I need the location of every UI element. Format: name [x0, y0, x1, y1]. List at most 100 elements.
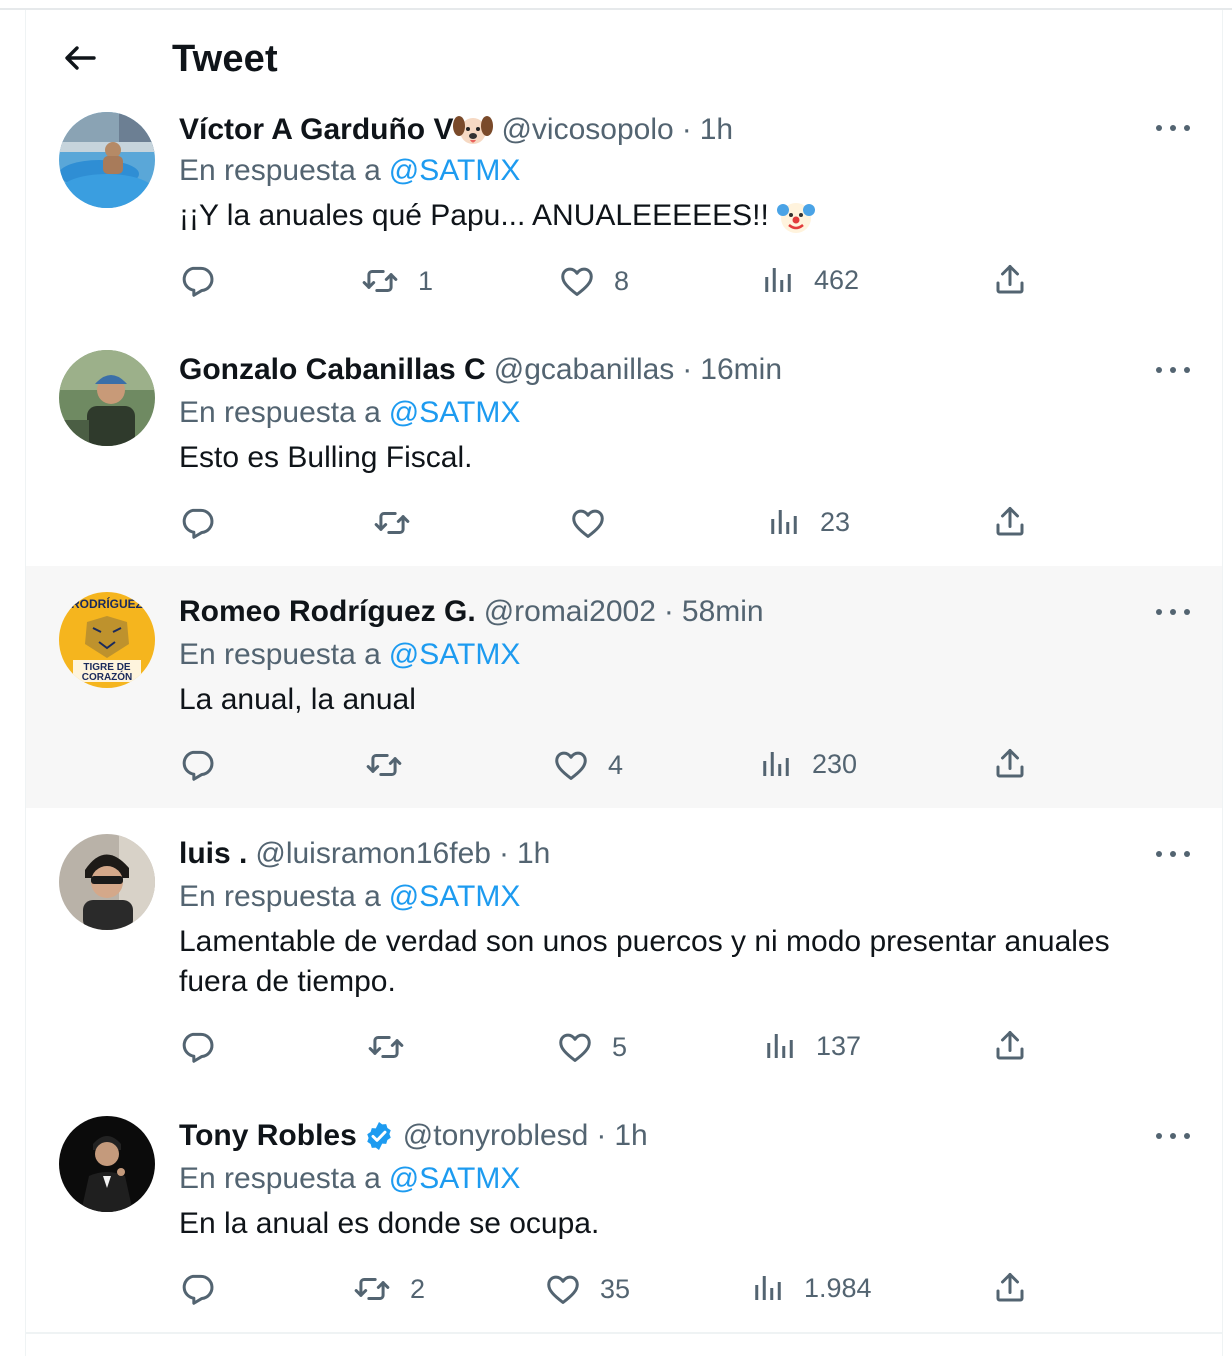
share-button[interactable] [992, 504, 1028, 540]
reply-button[interactable] [178, 1028, 216, 1066]
tweet-item[interactable]: Gonzalo Cabanillas C @gcabanillas · 16mi… [26, 324, 1222, 568]
retweet-icon [364, 746, 404, 784]
reply-context: En respuesta a @SATMX [179, 154, 520, 188]
avatar[interactable]: RODRÍGUEZ TIGRE DE CORAZÓN [59, 592, 155, 688]
more-icon-dot [1184, 367, 1190, 373]
more-icon-dot [1156, 851, 1162, 857]
reply-mention-link[interactable]: @SATMX [389, 396, 521, 429]
avatar[interactable] [59, 834, 155, 930]
like-button[interactable]: 8 [558, 262, 629, 300]
tweet-meta: Gonzalo Cabanillas C @gcabanillas · 16mi… [179, 350, 782, 390]
share-button[interactable] [992, 262, 1028, 298]
retweet-count: 1 [418, 265, 434, 296]
tweet-time[interactable]: 1h [517, 837, 550, 871]
reply-context: En respuesta a @SATMX [179, 396, 520, 430]
more-icon-dot [1184, 125, 1190, 131]
like-button[interactable] [569, 504, 625, 542]
share-button[interactable] [992, 1270, 1028, 1306]
reply-button[interactable] [178, 262, 216, 300]
author-name[interactable]: Víctor A Garduño V [179, 113, 453, 147]
more-button[interactable] [1156, 602, 1190, 622]
tweet-time[interactable]: 1h [700, 113, 733, 147]
views-button[interactable]: 462 [760, 262, 859, 298]
tweet-time[interactable]: 58min [682, 595, 764, 629]
share-button[interactable] [992, 746, 1028, 782]
avatar[interactable] [59, 350, 155, 446]
views-icon [762, 1028, 798, 1064]
retweet-button[interactable] [366, 1028, 424, 1066]
author-handle[interactable]: @luisramon16feb [255, 837, 491, 871]
tweet-time[interactable]: 1h [614, 1119, 647, 1153]
reply-button[interactable] [178, 1270, 216, 1308]
more-button[interactable] [1156, 844, 1190, 864]
tweet-meta: luis . @luisramon16feb · 1h [179, 834, 550, 874]
author-name[interactable]: Romeo Rodríguez G. [179, 595, 476, 629]
avatar[interactable] [59, 1116, 155, 1212]
share-button[interactable] [992, 1028, 1028, 1064]
share-icon [992, 1028, 1028, 1064]
like-icon [556, 1028, 594, 1066]
tweet-time[interactable]: 16min [700, 353, 782, 387]
more-icon-dot [1170, 609, 1176, 615]
reply-mention-link[interactable]: @SATMX [389, 154, 521, 187]
reply-button[interactable] [178, 746, 216, 784]
like-button[interactable]: 35 [544, 1270, 630, 1308]
more-button[interactable] [1156, 1126, 1190, 1146]
tweet-replies-page: Tweet Víctor A Garduño V @vicosopolo · 1… [0, 0, 1232, 1356]
tweet-item[interactable]: luis . @luisramon16feb · 1h En respuesta… [26, 808, 1222, 1092]
views-button[interactable]: 1.984 [750, 1270, 872, 1306]
reply-button[interactable] [178, 504, 216, 542]
like-icon [544, 1270, 582, 1308]
tweet-item[interactable]: RODRÍGUEZ TIGRE DE CORAZÓN Romeo Rodrígu… [26, 566, 1222, 810]
more-icon-dot [1170, 367, 1176, 373]
author-handle[interactable]: @vicosopolo [501, 113, 673, 147]
tweet-meta: Víctor A Garduño V @vicosopolo · 1h [179, 110, 733, 150]
reply-icon [178, 1028, 216, 1066]
reply-prefix: En respuesta a [179, 1162, 381, 1195]
meta-separator: · [681, 113, 692, 146]
views-button[interactable]: 137 [762, 1028, 861, 1064]
retweet-button[interactable] [372, 504, 430, 542]
meta-separator: · [596, 1119, 607, 1152]
views-icon [766, 504, 802, 540]
reply-mention-link[interactable]: @SATMX [389, 880, 521, 913]
avatar[interactable] [59, 112, 155, 208]
retweet-button[interactable]: 1 [360, 262, 433, 300]
page-header: Tweet [26, 10, 1222, 108]
author-handle[interactable]: @tonyroblesd [403, 1119, 589, 1153]
reply-context: En respuesta a @SATMX [179, 638, 520, 672]
retweet-button[interactable] [364, 746, 422, 784]
like-button[interactable]: 5 [556, 1028, 627, 1066]
more-button[interactable] [1156, 118, 1190, 138]
arrow-left-icon [65, 46, 96, 70]
views-button[interactable]: 230 [758, 746, 857, 782]
tweet-item[interactable]: Víctor A Garduño V @vicosopolo · 1h En r… [26, 108, 1222, 326]
like-button[interactable]: 4 [552, 746, 623, 784]
more-icon-dot [1170, 125, 1176, 131]
more-button[interactable] [1156, 360, 1190, 380]
reply-icon [178, 504, 216, 542]
tweet-text: ¡¡Y la anuales qué Papu... ANUALEEEEES!! [179, 196, 1159, 236]
back-button[interactable] [62, 40, 98, 76]
author-name[interactable]: luis . [179, 837, 247, 871]
views-button[interactable]: 23 [766, 504, 850, 540]
reply-context: En respuesta a @SATMX [179, 1162, 520, 1196]
like-count: 5 [612, 1031, 628, 1062]
author-handle[interactable]: @romai2002 [484, 595, 656, 629]
dog-emoji-icon [453, 116, 494, 144]
like-count: 35 [600, 1273, 631, 1304]
reply-icon [178, 262, 216, 300]
views-icon [758, 746, 794, 782]
tweet-text: En la anual es donde se ocupa. [179, 1207, 600, 1240]
retweet-button[interactable]: 2 [352, 1270, 425, 1308]
reply-icon [178, 1270, 216, 1308]
author-name[interactable]: Tony Robles [179, 1119, 357, 1153]
reply-mention-link[interactable]: @SATMX [389, 1162, 521, 1195]
author-name[interactable]: Gonzalo Cabanillas C [179, 353, 486, 387]
tweet-item[interactable]: Tony Robles @tonyroblesd · 1h En respues… [26, 1090, 1222, 1334]
view-count: 1.984 [804, 1272, 872, 1303]
author-handle[interactable]: @gcabanillas [494, 353, 675, 387]
reply-mention-link[interactable]: @SATMX [389, 638, 521, 671]
more-icon-dot [1156, 609, 1162, 615]
share-icon [992, 504, 1028, 540]
